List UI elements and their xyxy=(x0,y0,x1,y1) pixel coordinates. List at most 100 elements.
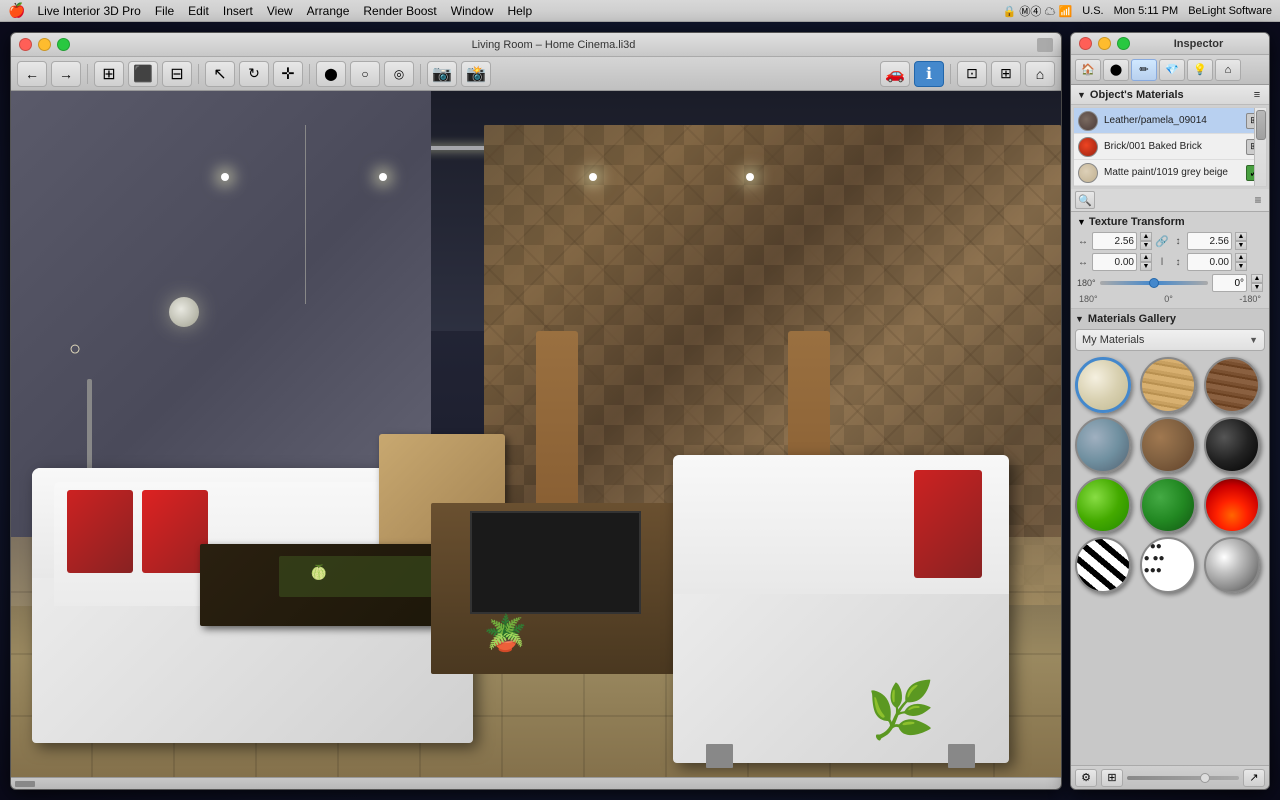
gallery-item-green-dark[interactable] xyxy=(1140,477,1196,533)
menu-insert[interactable]: Insert xyxy=(223,4,253,18)
offset-y-input[interactable] xyxy=(1187,253,1232,271)
angle-slider-thumb[interactable] xyxy=(1149,278,1159,288)
scale-link-icon[interactable]: 🔗 xyxy=(1155,234,1169,248)
scale-y-stepper[interactable]: ▲ ▼ xyxy=(1235,232,1247,250)
material-scrollbar[interactable] xyxy=(1254,108,1266,186)
scale-y-input[interactable]: 2.56 xyxy=(1187,232,1232,250)
gallery-dropdown[interactable]: My Materials ▼ xyxy=(1075,329,1265,351)
inspector-close-button[interactable] xyxy=(1079,37,1092,50)
scale-x-stepper[interactable]: ▲ ▼ xyxy=(1140,232,1152,250)
layout-btn-3[interactable]: ⌂ xyxy=(1025,61,1055,87)
material-item-0[interactable]: Leather/pamela_09014 ⊞ xyxy=(1074,108,1266,134)
material-actions-menu[interactable]: ≡ xyxy=(1251,193,1265,207)
material-search-btn[interactable]: 🔍 xyxy=(1075,191,1095,209)
angle-up[interactable]: ▲ xyxy=(1251,274,1263,283)
gallery-item-black[interactable] xyxy=(1204,417,1260,473)
angle-slider[interactable] xyxy=(1100,281,1208,285)
material-swatch-1 xyxy=(1078,137,1098,157)
move-tool[interactable]: ✛ xyxy=(273,61,303,87)
bottom-handle[interactable] xyxy=(15,781,35,787)
inspector-maximize-button[interactable] xyxy=(1117,37,1130,50)
menu-render-boost[interactable]: Render Boost xyxy=(363,4,436,18)
maximize-button[interactable] xyxy=(57,38,70,51)
toolbar-separator-4 xyxy=(420,64,421,84)
car-button[interactable]: 🚗 xyxy=(880,61,910,87)
inspector-export-btn[interactable]: ↗ xyxy=(1243,769,1265,787)
inspector-tab-texture[interactable]: 💎 xyxy=(1159,59,1185,81)
window-resize-handle[interactable] xyxy=(1037,38,1053,52)
angle-down[interactable]: ▼ xyxy=(1251,283,1263,292)
info-button[interactable]: ℹ xyxy=(914,61,944,87)
select-tool[interactable]: ↖ xyxy=(205,61,235,87)
scale-row: ↔ 2.56 ▲ ▼ 🔗 ↕ 2.56 ▲ ▼ xyxy=(1077,232,1263,250)
camera-tool[interactable]: 📷 xyxy=(427,61,457,87)
floorplan-button[interactable]: ⊞ xyxy=(94,61,124,87)
inspector-tab-light[interactable]: 💡 xyxy=(1187,59,1213,81)
3d-view-button[interactable]: ⬛ xyxy=(128,61,158,87)
ring-tool[interactable]: ○ xyxy=(350,61,380,87)
material-actions: 🔍 ≡ xyxy=(1071,189,1269,211)
forward-button[interactable]: → xyxy=(51,61,81,87)
inspector-zoom-slider[interactable] xyxy=(1127,776,1239,780)
split-view-button[interactable]: ⊟ xyxy=(162,61,192,87)
layout-btn-2[interactable]: ⊞ xyxy=(991,61,1021,87)
gallery-item-brown[interactable] xyxy=(1140,417,1196,473)
gallery-grid: ●●●● ●●●●● xyxy=(1075,357,1265,593)
gallery-item-chrome[interactable] xyxy=(1204,537,1260,593)
gallery-item-fire[interactable] xyxy=(1204,477,1260,533)
section-menu-icon[interactable]: ≡ xyxy=(1251,89,1263,101)
sofa-right xyxy=(673,455,1009,764)
menu-file[interactable]: File xyxy=(155,4,174,18)
offset-x-stepper[interactable]: ▲ ▼ xyxy=(1140,253,1152,271)
offset-x-down[interactable]: ▼ xyxy=(1140,262,1152,271)
scale-x-down[interactable]: ▼ xyxy=(1140,241,1152,250)
gallery-item-cream[interactable] xyxy=(1075,357,1131,413)
offset-y-up[interactable]: ▲ xyxy=(1235,253,1247,262)
gallery-item-wood-light[interactable] xyxy=(1140,357,1196,413)
close-button[interactable] xyxy=(19,38,32,51)
rotate-tool[interactable]: ↻ xyxy=(239,61,269,87)
gallery-item-stone[interactable] xyxy=(1075,417,1131,473)
scale-x-up[interactable]: ▲ xyxy=(1140,232,1152,241)
gallery-item-green-bright[interactable] xyxy=(1075,477,1131,533)
inspector-view-btn[interactable]: ⊞ xyxy=(1101,769,1123,787)
scrollbar-thumb[interactable] xyxy=(1256,110,1266,140)
photo-tool[interactable]: 📸 xyxy=(461,61,491,87)
menu-help[interactable]: Help xyxy=(507,4,532,18)
angle-stepper[interactable]: ▲ ▼ xyxy=(1251,274,1263,292)
layout-btn-1[interactable]: ⊡ xyxy=(957,61,987,87)
material-item-1[interactable]: Brick/001 Baked Brick ⊞ xyxy=(1074,134,1266,160)
offset-y-stepper[interactable]: ▲ ▼ xyxy=(1235,253,1247,271)
back-button[interactable]: ← xyxy=(17,61,47,87)
offset-y-down[interactable]: ▼ xyxy=(1235,262,1247,271)
inspector-settings-btn[interactable]: ⚙ xyxy=(1075,769,1097,787)
menu-time: Mon 5:11 PM xyxy=(1114,5,1179,17)
inspector-tab-room[interactable]: ⌂ xyxy=(1215,59,1241,81)
inspector-minimize-button[interactable] xyxy=(1098,37,1111,50)
gallery-item-spots[interactable]: ●●●● ●●●●● xyxy=(1140,537,1196,593)
inspector-tab-home[interactable]: 🏠 xyxy=(1075,59,1101,81)
offset-x-input[interactable] xyxy=(1092,253,1137,271)
offset-x-up[interactable]: ▲ xyxy=(1140,253,1152,262)
angle-input[interactable] xyxy=(1212,274,1247,292)
inspector-zoom-thumb[interactable] xyxy=(1200,773,1210,783)
menu-arrange[interactable]: Arrange xyxy=(307,4,350,18)
sphere-tool[interactable]: ⬤ xyxy=(316,61,346,87)
menu-edit[interactable]: Edit xyxy=(188,4,209,18)
minimize-button[interactable] xyxy=(38,38,51,51)
gallery-item-zebra[interactable] xyxy=(1075,537,1131,593)
apple-menu[interactable]: 🍎 xyxy=(8,2,25,19)
gallery-item-wood-dark[interactable] xyxy=(1204,357,1260,413)
material-swatch-2 xyxy=(1078,163,1098,183)
inspector-tab-material[interactable]: ✏ xyxy=(1131,59,1157,81)
disc-tool[interactable]: ◎ xyxy=(384,61,414,87)
inspector-tab-object[interactable]: ⬤ xyxy=(1103,59,1129,81)
menu-view[interactable]: View xyxy=(267,4,293,18)
scale-x-input[interactable]: 2.56 xyxy=(1092,232,1137,250)
offset-spacer: I xyxy=(1155,255,1169,269)
menu-window[interactable]: Window xyxy=(451,4,494,18)
material-item-2[interactable]: Matte paint/1019 grey beige ✓ xyxy=(1074,160,1266,186)
scale-y-up[interactable]: ▲ xyxy=(1235,232,1247,241)
menu-app[interactable]: Live Interior 3D Pro xyxy=(37,4,140,18)
scale-y-down[interactable]: ▼ xyxy=(1235,241,1247,250)
